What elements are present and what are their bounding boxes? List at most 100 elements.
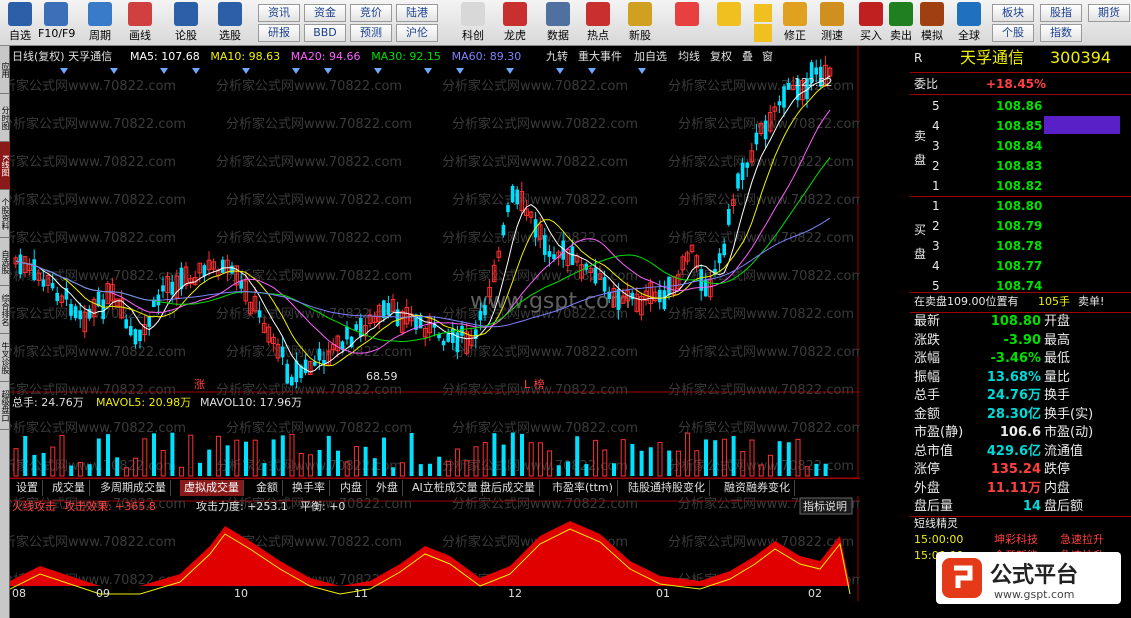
stat-row: 振幅 13.68% 量比 [910, 368, 1131, 388]
stat-label-right: 量比 [1044, 369, 1071, 385]
indicator-tab-9[interactable]: 盘后成交量 [476, 480, 540, 496]
volume-bar [32, 454, 37, 476]
watermark-text: 分析家公式网www.70822.com [668, 534, 854, 550]
indicator-tab-0[interactable]: 设置 [12, 480, 43, 496]
toolbar-icon-15 [920, 2, 944, 26]
volume-bar [492, 433, 497, 476]
toolbar-mini-bottom-3[interactable]: 沪伦 [396, 24, 438, 42]
toolbar-button-0[interactable]: 自选 [2, 2, 38, 44]
toolbar-button-9[interactable]: 热点 [580, 2, 616, 44]
toolbar-button-5[interactable]: 选股 [212, 2, 248, 44]
toolbar-label: 龙虎 [504, 29, 526, 42]
chart-button-3[interactable]: 均线 [678, 49, 700, 63]
chart-button-0[interactable]: 九转 [546, 49, 568, 63]
chart-button-4[interactable]: 复权 [710, 49, 732, 63]
toolbar-color-icon-1[interactable] [714, 2, 744, 44]
indicator-tab-11[interactable]: 陆股通持股变化 [624, 480, 710, 496]
toolbar-button-4[interactable]: 论股 [168, 2, 204, 44]
buy-level-row[interactable]: 3 108.78 [910, 236, 1131, 256]
volume-bar [704, 439, 708, 476]
indicator-tab-3[interactable]: 虚拟成交量 [180, 480, 244, 496]
chart-button-5[interactable]: 叠 [742, 50, 753, 63]
event-marker[interactable]: 涨 [194, 378, 205, 391]
chart-button-2[interactable]: 加自选 [634, 50, 667, 63]
toolbar-mini-bottom-1[interactable]: BBD [304, 24, 346, 42]
volume-bar [391, 467, 396, 476]
weibi-label: 委比 [914, 77, 939, 91]
toolbar-button-1[interactable]: F10/F9 [38, 2, 75, 44]
candle-body [777, 101, 782, 106]
buy-level-row[interactable]: 1 108.80 [910, 196, 1131, 216]
buy-price: 108.79 [996, 219, 1043, 233]
indicator-tab-5[interactable]: 换手率 [288, 480, 330, 496]
indicator-help-label[interactable]: 指标说明 [803, 499, 847, 513]
volume-bar [510, 432, 515, 476]
toolbar-mini-top-4[interactable]: 板块 [992, 4, 1034, 22]
candle-body [460, 325, 464, 336]
chart-button-6[interactable]: 窗 [762, 49, 773, 63]
indicator-balance: 平衡: +0 [300, 500, 345, 513]
candle-body [602, 277, 607, 292]
candle-body [50, 282, 55, 289]
sell-level-row[interactable]: 1 108.82 [910, 176, 1131, 196]
sell-level-row[interactable]: 2 108.83 [910, 156, 1131, 176]
toolbar-button-2[interactable]: 周期 [82, 2, 118, 44]
toolbar-mini-top-5[interactable]: 股指 [1040, 4, 1082, 22]
toolbar-button-16[interactable]: 全球 [951, 2, 987, 44]
toolbar-button-6[interactable]: 科创 [455, 2, 491, 44]
toolbar-icon-6 [461, 2, 485, 26]
buy-level-row[interactable]: 4 108.77 [910, 256, 1131, 276]
mavol5-label: MAVOL5: 20.98万 [96, 396, 191, 409]
toolbar-button-12[interactable]: 测速 [814, 2, 850, 44]
kline-chart-svg[interactable]: 分析家公式网www.70822.com 分析家公式网www.70822.com 分析… [0, 46, 902, 601]
indicator-tab-1[interactable]: 成交量 [48, 480, 90, 496]
toolbar-mini-top-2[interactable]: 竞价 [350, 4, 392, 22]
toolbar-button-8[interactable]: 数据 [540, 2, 576, 44]
indicator-tab-7[interactable]: 外盘 [372, 480, 403, 496]
toolbar-mini-top-6[interactable]: 期货 [1088, 4, 1130, 22]
indicator-tab-2[interactable]: 多周期成交量 [96, 480, 171, 496]
refresh-label: R [914, 51, 923, 65]
stat-label: 振幅 [914, 369, 941, 385]
sell-level-row[interactable]: 3 108.84 [910, 136, 1131, 156]
chart-area[interactable]: 分析家公式网www.70822.com 分析家公式网www.70822.com 分析… [0, 46, 902, 601]
candle-body [501, 224, 506, 236]
volume-bar [372, 458, 377, 476]
toolbar-button-7[interactable]: 龙虎 [497, 2, 533, 44]
toolbar-mini-bottom-5[interactable]: 指数 [1040, 24, 1082, 42]
toolbar-mini-bottom-0[interactable]: 研报 [258, 24, 300, 42]
chart-button-1[interactable]: 重大事件 [578, 49, 622, 63]
indicator-tab-4[interactable]: 金额 [252, 480, 283, 496]
order-alert-text: 在卖盘109.00位置有 [914, 295, 1019, 308]
sell-level-row[interactable]: 4 108.85 [910, 116, 1131, 136]
indicator-tab-8[interactable]: AI立桩成交量 [408, 480, 483, 496]
volume-bar [428, 463, 432, 476]
toolbar-button-3[interactable]: 画线 [122, 2, 158, 44]
toolbar-mini-top-3[interactable]: 陆港 [396, 4, 438, 22]
stat-label: 最新 [914, 314, 941, 329]
candle-body [441, 340, 446, 346]
toolbar-icon-5 [218, 2, 242, 26]
toolbar-mini-top-0[interactable]: 资讯 [258, 4, 300, 22]
indicator-tab-10[interactable]: 市盈率(ttm) [548, 480, 618, 496]
toolbar-color-icon-0[interactable] [672, 2, 702, 44]
toolbar-mini-top-1[interactable]: 资金 [304, 4, 346, 22]
sell-price: 108.83 [996, 159, 1043, 173]
toolbar-icon-16 [957, 2, 981, 26]
indicator-tab-12[interactable]: 融资融券变化 [720, 480, 795, 496]
toolbar-button-11[interactable]: 修正 [777, 2, 813, 44]
weibi-value: +18.45% [986, 77, 1047, 91]
scroll-down-button[interactable] [754, 24, 772, 42]
scroll-up-button[interactable] [754, 4, 772, 22]
toolbar-mini-bottom-4[interactable]: 个股 [992, 24, 1034, 42]
indicator-tab-6[interactable]: 内盘 [336, 480, 367, 496]
brand-logo: 公式平台 www.gspt.com [936, 552, 1121, 604]
event-marker[interactable]: L 榜 [524, 377, 545, 391]
level-number: 3 [932, 139, 940, 153]
logo-url: www.gspt.com [994, 588, 1074, 601]
sell-level-row[interactable]: 5 108.86 [910, 96, 1131, 116]
toolbar-button-10[interactable]: 新股 [622, 2, 658, 44]
toolbar-mini-bottom-2[interactable]: 预测 [350, 24, 392, 42]
toolbar-button-15[interactable]: 模拟 [914, 2, 950, 44]
buy-level-row[interactable]: 2 108.79 [910, 216, 1131, 236]
